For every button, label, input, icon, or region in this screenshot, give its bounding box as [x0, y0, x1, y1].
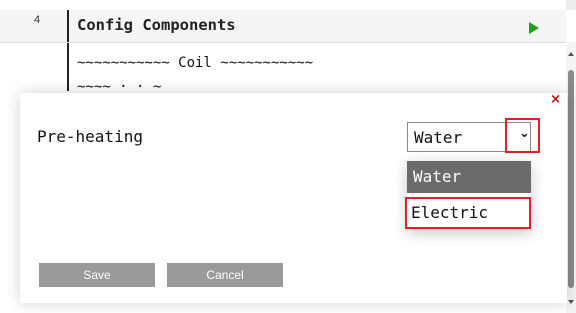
run-cell-icon[interactable]: [529, 22, 539, 34]
code-line: ~~~~~~~~~~~ Coil ~~~~~~~~~~~: [77, 55, 314, 71]
save-button[interactable]: Save: [39, 263, 155, 287]
chevron-down-icon: ⌄: [519, 126, 530, 141]
scroll-down-icon[interactable]: [568, 300, 574, 304]
config-dialog: × Pre-heating Water ⌄ Water Electric Sav…: [20, 92, 567, 303]
gutter-divider: [67, 10, 69, 42]
select-value: Water: [414, 128, 463, 147]
option-electric[interactable]: Electric: [405, 197, 531, 229]
dropdown-toggle-button[interactable]: ⌄: [505, 118, 540, 153]
option-water[interactable]: Water: [407, 161, 531, 193]
cell-number: 4: [34, 14, 41, 26]
pre-heating-label: Pre-heating: [37, 127, 143, 146]
scroll-thumb[interactable]: [568, 70, 574, 288]
cell-code-row: ~~~~~~~~~~~ Coil ~~~~~~~~~~~ ~~~~ · · ~: [0, 43, 566, 95]
vertical-scrollbar[interactable]: [566, 42, 576, 313]
scroll-up-icon[interactable]: [568, 52, 574, 56]
cell-header-row: 4 Config Components: [0, 10, 566, 43]
close-icon[interactable]: ×: [550, 92, 561, 107]
gutter-divider: [67, 43, 69, 91]
cell-title: Config Components: [77, 16, 236, 34]
dropdown-option-list: Water Electric: [405, 161, 531, 229]
cancel-button[interactable]: Cancel: [167, 263, 283, 287]
